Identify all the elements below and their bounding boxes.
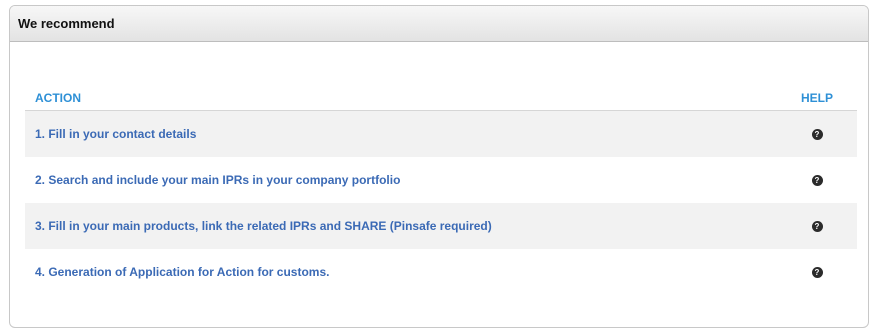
table-row: 3. Fill in your main products, link the … [25, 203, 857, 249]
question-circle-icon[interactable]: ? [811, 266, 823, 278]
action-link-contact-details[interactable]: 1. Fill in your contact details [25, 127, 196, 141]
action-link-application-generation[interactable]: 4. Generation of Application for Action … [25, 265, 329, 279]
help-cell: ? [777, 266, 857, 278]
column-header-action: ACTION [35, 91, 81, 105]
question-circle-icon[interactable]: ? [811, 220, 823, 232]
table-header: ACTION HELP [25, 86, 857, 111]
table-row: 4. Generation of Application for Action … [25, 249, 857, 295]
recommend-table: ACTION HELP 1. Fill in your contact deta… [25, 86, 857, 295]
question-circle-icon[interactable]: ? [811, 128, 823, 140]
table-row: 1. Fill in your contact details ? [25, 111, 857, 157]
panel-title: We recommend [18, 16, 115, 31]
question-circle-icon[interactable]: ? [811, 174, 823, 186]
recommend-panel: We recommend ACTION HELP 1. Fill in your… [9, 5, 869, 328]
column-header-help: HELP [800, 91, 833, 105]
panel-header: We recommend [10, 6, 868, 42]
action-link-search-iprs[interactable]: 2. Search and include your main IPRs in … [25, 173, 400, 187]
help-cell: ? [777, 220, 857, 232]
action-link-main-products[interactable]: 3. Fill in your main products, link the … [25, 219, 492, 233]
help-cell: ? [777, 174, 857, 186]
help-cell: ? [777, 128, 857, 140]
table-row: 2. Search and include your main IPRs in … [25, 157, 857, 203]
